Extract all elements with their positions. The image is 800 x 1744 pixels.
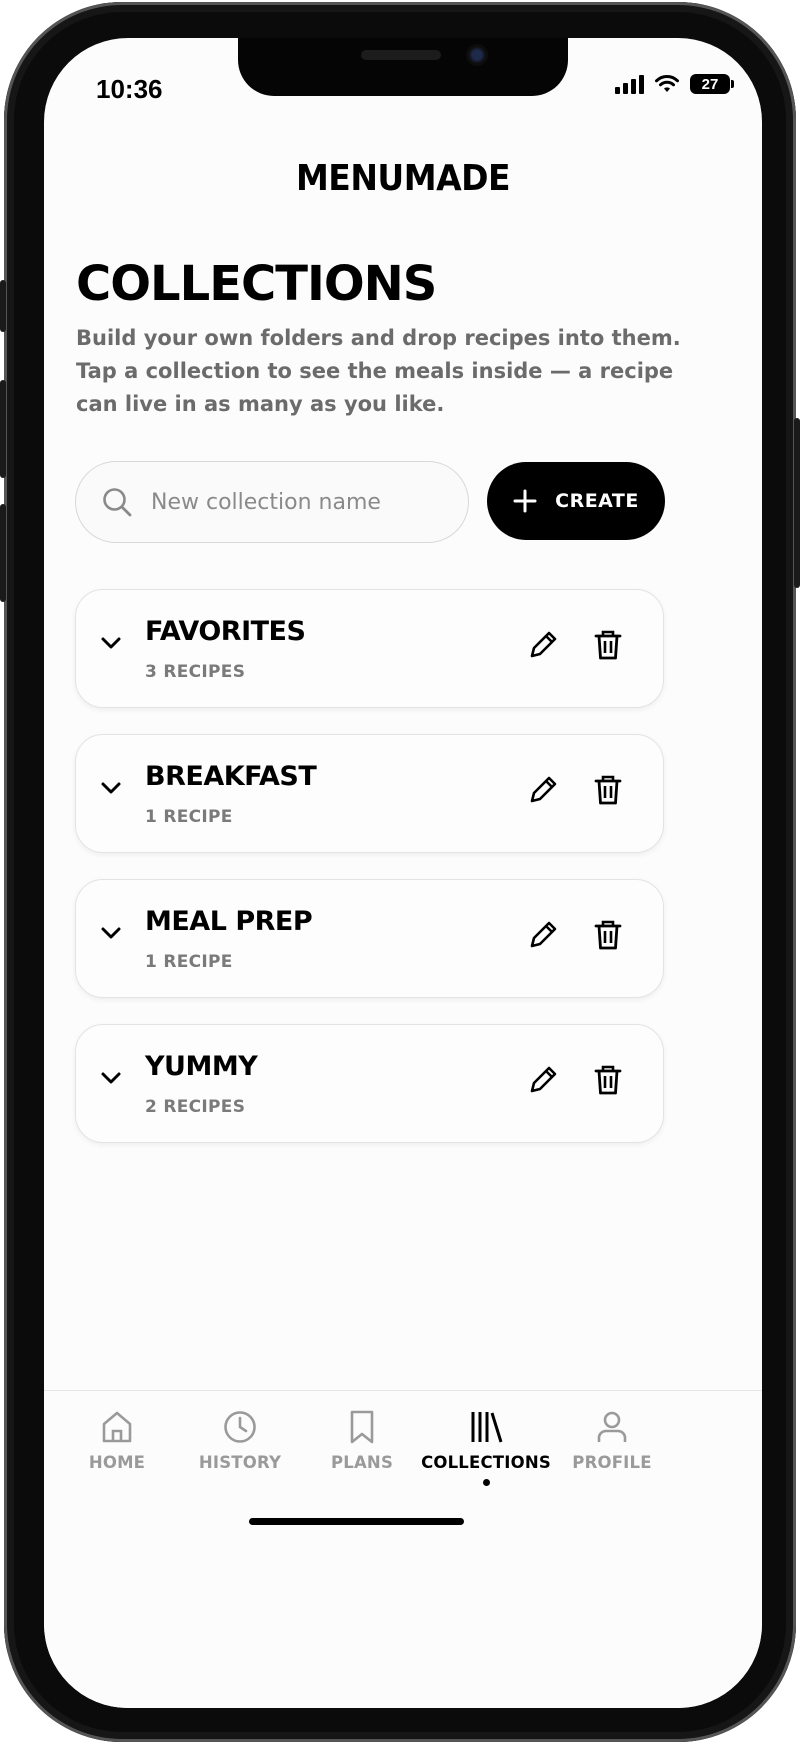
status-icons: 27 (615, 74, 734, 94)
home-indicator[interactable] (249, 1518, 464, 1525)
collection-card[interactable]: BREAKFAST 1 RECIPE (75, 734, 664, 853)
tab-label: PROFILE (572, 1453, 652, 1472)
search-icon (103, 488, 132, 517)
power-button (794, 418, 800, 588)
tab-label: PLANS (330, 1453, 394, 1472)
tab-collections[interactable]: COLLECTIONS (421, 1409, 551, 1472)
earpiece-speaker (361, 50, 441, 60)
bookmark-icon (350, 1410, 374, 1444)
collection-name: MEAL PREP (145, 906, 313, 937)
volume-down-button (0, 504, 6, 602)
pencil-icon[interactable] (526, 1063, 560, 1097)
collection-card[interactable]: FAVORITES 3 RECIPES (75, 589, 664, 708)
pencil-icon[interactable] (526, 773, 560, 807)
trash-icon[interactable] (593, 628, 623, 662)
home-icon (102, 1411, 132, 1443)
chevron-down-icon[interactable] (100, 781, 122, 795)
tab-bar: HOME HISTORY PLANS COLLECTIONS PROFILE (44, 1390, 762, 1708)
tab-label: COLLECTIONS (421, 1453, 551, 1472)
collection-card[interactable]: YUMMY 2 RECIPES (75, 1024, 664, 1143)
volume-up-button (0, 380, 6, 478)
app-brand: MENUMADE (295, 156, 511, 199)
trash-icon[interactable] (593, 773, 623, 807)
tab-label: HOME (88, 1453, 146, 1472)
user-icon (597, 1411, 627, 1442)
collection-name: FAVORITES (145, 616, 306, 647)
chevron-down-icon[interactable] (100, 926, 122, 940)
collection-card[interactable]: MEAL PREP 1 RECIPE (75, 879, 664, 998)
chevron-down-icon[interactable] (100, 1071, 122, 1085)
new-collection-input[interactable] (149, 488, 433, 516)
pencil-icon[interactable] (526, 628, 560, 662)
new-collection-field[interactable] (75, 461, 469, 543)
collection-name: YUMMY (145, 1051, 258, 1082)
status-time: 10:36 (96, 74, 163, 104)
create-label: CREATE (555, 490, 639, 512)
collection-recipe-count: 1 RECIPE (145, 952, 233, 972)
screen: 10:36 27 MENUMADE COLLECTIONS Build your… (44, 38, 762, 1708)
phone-frame: 10:36 27 MENUMADE COLLECTIONS Build your… (0, 2, 800, 1742)
create-collection-button[interactable]: CREATE (487, 462, 665, 540)
collection-recipe-count: 3 RECIPES (145, 662, 246, 682)
notch (238, 38, 568, 96)
plus-icon (513, 489, 537, 513)
trash-icon[interactable] (593, 918, 623, 952)
collection-recipe-count: 2 RECIPES (145, 1097, 246, 1117)
tab-profile[interactable]: PROFILE (547, 1409, 677, 1472)
active-tab-indicator (483, 1479, 490, 1486)
signal-icon (615, 74, 644, 94)
mute-switch (0, 280, 6, 332)
tab-plans[interactable]: PLANS (297, 1409, 427, 1472)
chevron-down-icon[interactable] (100, 636, 122, 650)
front-camera (466, 44, 488, 66)
battery-icon: 27 (690, 74, 734, 94)
tab-home[interactable]: HOME (52, 1409, 182, 1472)
pencil-icon[interactable] (526, 918, 560, 952)
clock-icon (224, 1411, 256, 1443)
page-description: Build your own folders and drop recipes … (76, 326, 681, 416)
library-icon (471, 1412, 503, 1443)
wifi-icon (655, 75, 679, 92)
collection-recipe-count: 1 RECIPE (145, 807, 233, 827)
collection-name: BREAKFAST (145, 761, 317, 792)
tab-label: HISTORY (198, 1453, 282, 1472)
trash-icon[interactable] (593, 1063, 623, 1097)
page-title: COLLECTIONS (76, 256, 437, 312)
tab-history[interactable]: HISTORY (175, 1409, 305, 1472)
